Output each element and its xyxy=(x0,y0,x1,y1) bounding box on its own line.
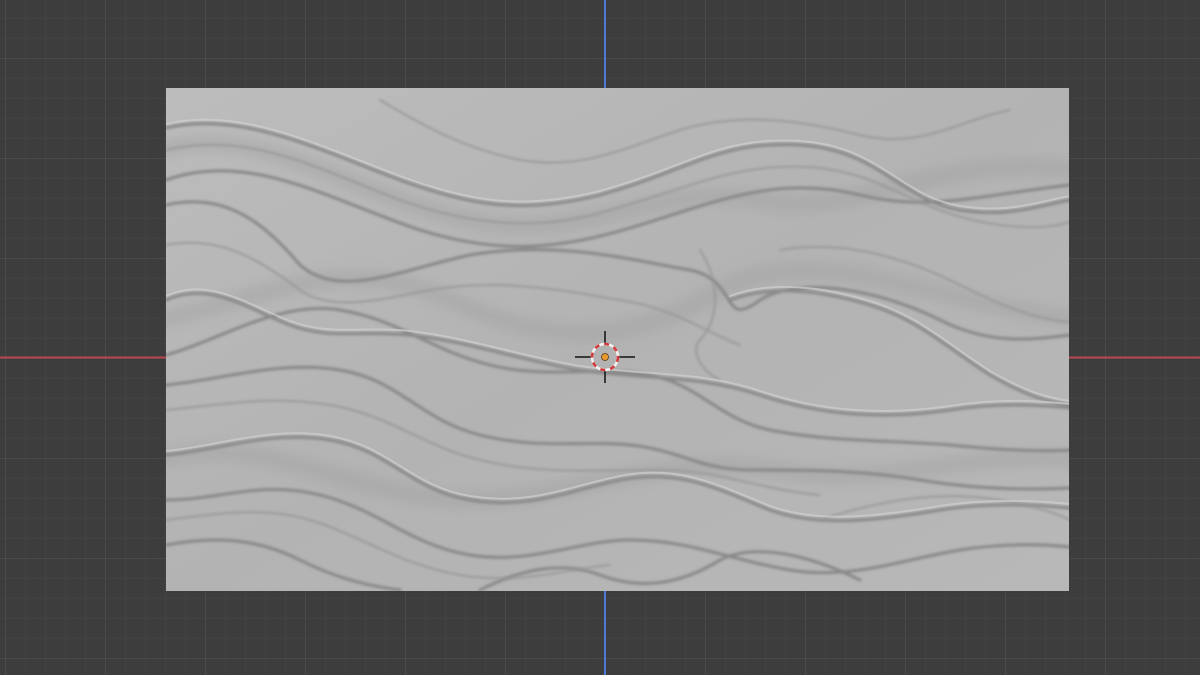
viewport-canvas[interactable] xyxy=(0,0,1200,675)
wavy-panel-object[interactable] xyxy=(160,88,1080,591)
3d-viewport[interactable] xyxy=(0,0,1200,675)
object-origin-dot xyxy=(601,353,609,361)
